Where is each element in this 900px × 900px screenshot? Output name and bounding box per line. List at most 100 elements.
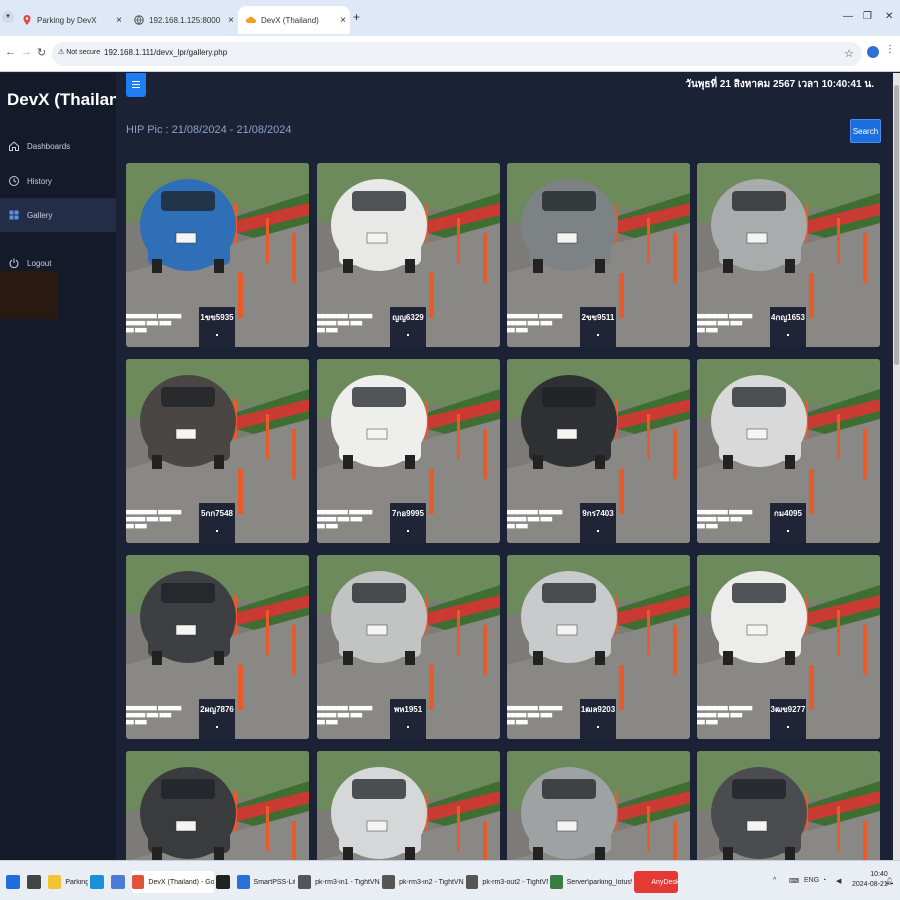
capture-info: ▆▆▆▆▆▆▆▆ ▆▆▆▆▆▆ ▆▆▆▆▆ ▆▆▆ ▆▆▆ ▆▆ ▆▆▆ (126, 705, 182, 725)
plate-marker (597, 726, 599, 728)
plate-number: พห1951 (393, 705, 423, 714)
vnc-icon (466, 875, 479, 889)
search-icon (27, 875, 41, 889)
plate-marker (787, 530, 789, 532)
taskbar-clock[interactable]: 10:40 2024-08-21 (852, 870, 888, 890)
gallery-card[interactable]: ▆▆▆▆▆▆▆▆ ▆▆▆▆▆▆ ▆▆▆▆▆ ▆▆▆ ▆▆▆ ▆▆ ▆▆▆ ญญ63… (317, 163, 500, 347)
new-tab-button[interactable]: + (353, 10, 360, 24)
restore-icon[interactable]: ❐ (863, 11, 872, 22)
bookmark-star-icon[interactable]: ☆ (844, 47, 854, 60)
plate-marker (787, 334, 789, 336)
gallery-card[interactable]: ▆▆▆▆▆▆▆▆ ▆▆▆▆▆▆ ▆▆▆▆▆ ▆▆▆ ▆▆▆ ▆▆ ▆▆▆ พห19… (317, 555, 500, 739)
gallery-card[interactable]: ▆▆▆▆▆▆▆▆ ▆▆▆▆▆▆ ▆▆▆▆▆ ▆▆▆ ▆▆▆ ▆▆ ▆▆▆ 7กอ9… (317, 359, 500, 543)
taskbar-windows[interactable] (6, 871, 24, 893)
reload-icon[interactable]: ↻ (37, 46, 46, 59)
smartpss-icon (237, 875, 250, 889)
capture-info: ▆▆▆▆▆▆▆▆ ▆▆▆▆▆▆ ▆▆▆▆▆ ▆▆▆ ▆▆▆ ▆▆ ▆▆▆ (507, 313, 563, 333)
not-secure-badge[interactable]: ⚠ Not secure (58, 48, 100, 56)
tab-close-icon[interactable]: × (336, 15, 350, 26)
gallery-card[interactable]: ▆▆▆▆▆▆▆▆ ▆▆▆▆▆▆ ▆▆▆▆▆ ▆▆▆ ▆▆▆ ▆▆ ▆▆▆ 1ฒล9… (507, 555, 690, 739)
taskbar-anydesk[interactable]: AnyDesk (634, 871, 678, 893)
current-datetime: วันพุธที่ 21 สิงหาคม 2567 เวลา 10:40:41 … (685, 79, 874, 90)
sidebar-item-history[interactable]: History (0, 164, 116, 198)
photos-icon (111, 875, 125, 889)
gallery-card[interactable]: ▆▆▆▆▆▆▆▆ ▆▆▆▆▆▆ ▆▆▆▆▆ ▆▆▆ ▆▆▆ ▆▆ ▆▆▆ 2ขข9… (507, 163, 690, 347)
gallery-card[interactable]: ▆▆▆▆▆▆▆▆ ▆▆▆▆▆▆ ▆▆▆▆▆ ▆▆▆ ▆▆▆ ▆▆ ▆▆▆ (507, 751, 690, 860)
tab-close-icon[interactable]: × (224, 15, 238, 26)
tab-local-server[interactable]: 192.168.1.125:8000 × (126, 6, 238, 34)
taskbar-label: DevX (Thailand) - Goog (148, 878, 214, 886)
close-window-icon[interactable]: ✕ (885, 11, 893, 22)
plate-number: 9กร7403 (582, 509, 614, 518)
gallery-card[interactable]: ▆▆▆▆▆▆▆▆ ▆▆▆▆▆▆ ▆▆▆▆▆ ▆▆▆ ▆▆▆ ▆▆ ▆▆▆ 9กร7… (507, 359, 690, 543)
plate-marker (407, 334, 409, 336)
language-indicator[interactable]: ENG (804, 877, 819, 884)
tab-devx-thailand[interactable]: DevX (Thailand) × (238, 6, 350, 34)
gallery-card[interactable]: ▆▆▆▆▆▆▆▆ ▆▆▆▆▆▆ ▆▆▆▆▆ ▆▆▆ ▆▆▆ ▆▆ ▆▆▆ 3ฒข9… (697, 555, 880, 739)
sidebar: DevX (Thailand) Dashboards History Galle… (0, 73, 135, 860)
menu-toggle-button[interactable] (126, 73, 146, 97)
notification-icon[interactable]: 🔔︎ (885, 877, 894, 885)
taskbar-folder[interactable]: Parking (48, 871, 88, 893)
plate-marker (407, 726, 409, 728)
forward-arrow-icon[interactable]: → (21, 46, 32, 58)
address-bar[interactable]: ⚠ Not secure 192.168.1.111/devx_lpr/gall… (52, 42, 862, 66)
taskbar-server[interactable]: Server\parking_lotus\ra (550, 871, 632, 893)
tab-parking[interactable]: Parking by DevX × (14, 6, 126, 34)
gallery-card[interactable]: ▆▆▆▆▆▆▆▆ ▆▆▆▆▆▆ ▆▆▆▆▆ ▆▆▆ ▆▆▆ ▆▆ ▆▆▆ กม40… (697, 359, 880, 543)
gallery-card[interactable]: ▆▆▆▆▆▆▆▆ ▆▆▆▆▆▆ ▆▆▆▆▆ ▆▆▆ ▆▆▆ ▆▆ ▆▆▆ 2ผญ7… (126, 555, 309, 739)
url-text[interactable]: 192.168.1.111/devx_lpr/gallery.php (104, 48, 227, 57)
minimize-icon[interactable]: — (843, 11, 853, 22)
taskbar-smartpss[interactable]: SmartPSS-Lite (237, 871, 295, 893)
home-icon (8, 140, 20, 152)
sidebar-item-label: Gallery (27, 210, 53, 220)
plate-marker (407, 530, 409, 532)
keyboard-icon[interactable]: ⌨ (789, 877, 799, 885)
plate-number: 3ฒข9277 (770, 705, 806, 714)
search-button[interactable]: Search (850, 119, 881, 143)
sidebar-item-gallery[interactable]: Gallery (0, 198, 116, 232)
taskbar-search[interactable] (27, 871, 45, 893)
power-icon (8, 257, 20, 269)
scrollbar-thumb[interactable] (894, 85, 899, 365)
gallery-card[interactable]: ▆▆▆▆▆▆▆▆ ▆▆▆▆▆▆ ▆▆▆▆▆ ▆▆▆ ▆▆▆ ▆▆ ▆▆▆ 1ขข5… (126, 163, 309, 347)
plate-label: 9กร7403 (580, 503, 616, 543)
taskbar-chrome[interactable]: DevX (Thailand) - Goog (132, 871, 214, 893)
volume-icon[interactable]: ◀ (836, 877, 841, 885)
vehicle-photo (317, 751, 500, 860)
capture-info: ▆▆▆▆▆▆▆▆ ▆▆▆▆▆▆ ▆▆▆▆▆ ▆▆▆ ▆▆▆ ▆▆ ▆▆▆ (697, 705, 753, 725)
plate-label: 1ฒล9203 (580, 699, 616, 739)
taskbar-edge[interactable] (90, 871, 108, 893)
vnc-icon (382, 875, 396, 889)
plate-number: กม4095 (774, 509, 802, 518)
clock-date: 2024-08-21 (852, 881, 888, 888)
taskbar-photos[interactable] (111, 871, 129, 893)
tab-search-icon[interactable]: ▾ (2, 11, 14, 23)
tray-chevron-icon[interactable]: ^ (773, 877, 776, 884)
browser-menu-icon[interactable]: ⋮ (885, 44, 895, 55)
taskbar-terminal[interactable] (216, 871, 234, 893)
gallery-card[interactable]: ▆▆▆▆▆▆▆▆ ▆▆▆▆▆▆ ▆▆▆▆▆ ▆▆▆ ▆▆▆ ▆▆ ▆▆▆ 5กก7… (126, 359, 309, 543)
profile-avatar-icon[interactable] (867, 46, 879, 58)
gallery-card[interactable]: ▆▆▆▆▆▆▆▆ ▆▆▆▆▆▆ ▆▆▆▆▆ ▆▆▆ ▆▆▆ ▆▆ ▆▆▆ 4กญ1… (697, 163, 880, 347)
gallery-card[interactable]: ▆▆▆▆▆▆▆▆ ▆▆▆▆▆▆ ▆▆▆▆▆ ▆▆▆ ▆▆▆ ▆▆ ▆▆▆ (126, 751, 309, 860)
windows-icon (6, 875, 20, 889)
plate-marker (597, 530, 599, 532)
gallery-card[interactable]: ▆▆▆▆▆▆▆▆ ▆▆▆▆▆▆ ▆▆▆▆▆ ▆▆▆ ▆▆▆ ▆▆ ▆▆▆ (697, 751, 880, 860)
gallery-card[interactable]: ▆▆▆▆▆▆▆▆ ▆▆▆▆▆▆ ▆▆▆▆▆ ▆▆▆ ▆▆▆ ▆▆ ▆▆▆ (317, 751, 500, 860)
wifi-icon[interactable]: ◔ (822, 877, 826, 884)
terminal-icon (216, 875, 230, 889)
plate-label: 7กอ9995 (390, 503, 426, 543)
taskbar-label: AnyDesk (651, 878, 678, 886)
taskbar-vnc[interactable]: pk-rm3-in1 - TightVNC (298, 871, 380, 893)
server-icon (550, 875, 563, 889)
plate-marker (216, 530, 218, 532)
plate-number: 2ขข9511 (581, 313, 615, 322)
taskbar-vnc[interactable]: pk-rm3-in2 - TightVNC (382, 871, 464, 893)
edge-icon (90, 875, 104, 889)
tab-close-icon[interactable]: × (112, 15, 126, 26)
page-scrollbar[interactable] (893, 73, 900, 860)
taskbar-vnc[interactable]: pk-rm3-out2 - TightVNC (466, 871, 548, 893)
sidebar-item-dashboards[interactable]: Dashboards (0, 129, 116, 163)
back-arrow-icon[interactable]: ← (5, 46, 16, 58)
